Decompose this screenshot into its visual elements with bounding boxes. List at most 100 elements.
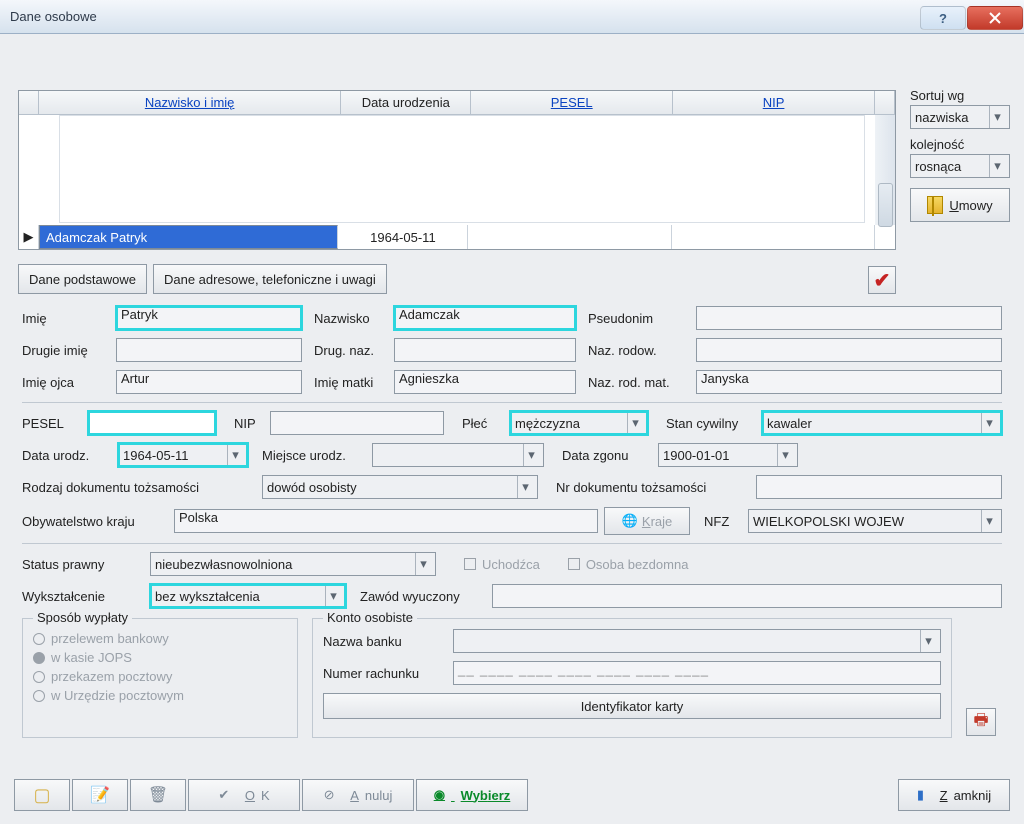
sort-by-select[interactable]: nazwiska▾ (910, 105, 1010, 129)
close-button[interactable] (967, 6, 1023, 30)
rodzaj-dok-select[interactable]: dowód osobisty▾ (262, 475, 538, 499)
rachunek-input[interactable]: __ ____ ____ ____ ____ ____ ____ (453, 661, 941, 685)
sort-order-label: kolejność (910, 137, 1010, 152)
radio-przelew[interactable]: przelewem bankowy (33, 631, 287, 646)
zawod-input[interactable] (492, 584, 1002, 608)
col-pesel[interactable]: PESEL (471, 91, 673, 115)
col-name[interactable]: Nazwisko i imię (39, 91, 341, 115)
grid-row[interactable]: ▶ Adamczak Patryk 1964-05-11 (19, 225, 875, 249)
drug-naz-input[interactable] (394, 338, 576, 362)
globe-icon: 🌐 (622, 513, 638, 529)
imie-ojca-input[interactable]: Artur (116, 370, 302, 394)
nfz-select[interactable]: WIELKOPOLSKI WOJEW▾ (748, 509, 1002, 533)
naz-rod-mat-label: Naz. rod. mat. (588, 375, 696, 390)
nip-label: NIP (234, 416, 270, 431)
cell-pesel[interactable] (468, 225, 671, 249)
kraje-button[interactable]: 🌐 Kraje (604, 507, 690, 535)
nazwisko-input[interactable]: Adamczak (394, 306, 576, 330)
drugie-imie-input[interactable] (116, 338, 302, 362)
row-pointer-icon: ▶ (19, 225, 39, 249)
data-zgonu-input[interactable]: 1900-01-01▾ (658, 443, 798, 467)
imie-matki-label: Imię matki (314, 375, 394, 390)
cell-name[interactable]: Adamczak Patryk (39, 225, 338, 249)
status-label: Status prawny (22, 557, 150, 572)
select-icon: ◉ (434, 787, 445, 803)
naz-rod-mat-input[interactable]: Janyska (696, 370, 1002, 394)
status-select[interactable]: nieubezwłasnowolniona▾ (150, 552, 436, 576)
zawod-label: Zawód wyuczony (360, 589, 492, 604)
rachunek-label: Numer rachunku (323, 666, 453, 681)
drug-naz-label: Drug. naz. (314, 343, 394, 358)
nr-dok-label: Nr dokumentu tożsamości (556, 480, 756, 495)
miejsce-urodz-select[interactable]: ▾ (372, 443, 544, 467)
col-nip[interactable]: NIP (673, 91, 875, 115)
umowy-label: mowy (959, 198, 993, 213)
scroll-thumb[interactable] (878, 183, 893, 227)
wyksztalcenie-select[interactable]: bez wykształcenia▾ (150, 584, 346, 608)
nazwisko-label: Nazwisko (314, 311, 394, 326)
close-icon (988, 11, 1002, 25)
edit-button[interactable]: 📝 (72, 779, 128, 811)
anuluj-button[interactable]: ⊘ Anuluj (302, 779, 414, 811)
print-button[interactable]: 🖶 (966, 708, 996, 736)
edit-icon: 📝 (90, 785, 110, 805)
obyw-label: Obywatelstwo kraju (22, 514, 174, 529)
pesel-input[interactable] (88, 411, 216, 435)
sort-by-label: Sortuj wg (910, 88, 1010, 103)
trash-icon: 🗑 (148, 785, 168, 805)
umowy-icon (927, 196, 943, 214)
naz-rodow-input[interactable] (696, 338, 1002, 362)
grid-overlay (59, 115, 865, 223)
nip-input[interactable] (270, 411, 444, 435)
ident-karty-button[interactable]: Identyfikator karty (323, 693, 941, 719)
printer-icon: 🖶 (973, 709, 988, 736)
new-icon: ▢ (33, 785, 50, 806)
tab-basic[interactable]: Dane podstawowe (18, 264, 147, 294)
cell-nip[interactable] (672, 225, 875, 249)
umowy-button[interactable]: Umowy (910, 188, 1010, 222)
window-title: Dane osobowe (10, 9, 920, 24)
data-urodz-input[interactable]: 1964-05-11▾ (118, 443, 248, 467)
new-button[interactable]: ▢ (14, 779, 70, 811)
data-urodz-label: Data urodz. (22, 448, 118, 463)
bottom-toolbar: ▢ 📝 🗑 ✔ OK ⊘ Anuluj ◉ Wybierz ▮ Zamknij (14, 776, 1010, 814)
radio-przekaz[interactable]: przekazem pocztowy (33, 669, 287, 684)
sort-order-select[interactable]: rosnąca▾ (910, 154, 1010, 178)
bezdomna-check[interactable]: Osoba bezdomna (568, 557, 689, 572)
stan-select[interactable]: kawaler▾ (762, 411, 1002, 435)
grid-header: Nazwisko i imię Data urodzenia PESEL NIP (19, 91, 895, 115)
radio-urzad[interactable]: w Urzędzie pocztowym (33, 688, 287, 703)
bank-select[interactable]: ▾ (453, 629, 941, 653)
wybierz-button[interactable]: ◉ Wybierz (416, 779, 528, 811)
miejsce-urodz-label: Miejsce urodz. (262, 448, 372, 463)
delete-button[interactable]: 🗑 (130, 779, 186, 811)
pesel-label: PESEL (22, 416, 88, 431)
validate-button[interactable]: ✔ (868, 266, 896, 294)
form: Imię Patryk Nazwisko Adamczak Pseudonim … (22, 306, 1002, 768)
cancel-icon: ⊘ (324, 787, 335, 803)
ok-button[interactable]: ✔ OK (188, 779, 300, 811)
pseudonim-label: Pseudonim (588, 311, 696, 326)
cell-birth[interactable]: 1964-05-11 (338, 225, 468, 249)
nr-dok-input[interactable] (756, 475, 1002, 499)
pseudonim-input[interactable] (696, 306, 1002, 330)
bank-label: Nazwa banku (323, 634, 453, 649)
naz-rodow-label: Naz. rodow. (588, 343, 696, 358)
imie-matki-input[interactable]: Agnieszka (394, 370, 576, 394)
plec-select[interactable]: mężczyzna▾ (510, 411, 648, 435)
radio-kasa[interactable]: w kasie JOPS (33, 650, 287, 665)
sposob-legend: Sposób wypłaty (33, 610, 132, 625)
sposob-wyplaty-group: Sposób wypłaty przelewem bankowy w kasie… (22, 618, 298, 738)
help-button[interactable]: ? (920, 6, 966, 30)
imie-ojca-label: Imię ojca (22, 375, 116, 390)
zamknij-button[interactable]: ▮ Zamknij (898, 779, 1010, 811)
check-icon: ✔ (218, 787, 229, 803)
tab-address[interactable]: Dane adresowe, telefoniczne i uwagi (153, 264, 387, 294)
imie-input[interactable]: Patryk (116, 306, 302, 330)
konto-legend: Konto osobiste (323, 610, 417, 625)
obyw-input[interactable]: Polska (174, 509, 598, 533)
col-birth[interactable]: Data urodzenia (341, 91, 471, 115)
wyksztalcenie-label: Wykształcenie (22, 589, 150, 604)
stan-label: Stan cywilny (666, 416, 762, 431)
uchodzca-check[interactable]: Uchodźca (464, 557, 540, 572)
